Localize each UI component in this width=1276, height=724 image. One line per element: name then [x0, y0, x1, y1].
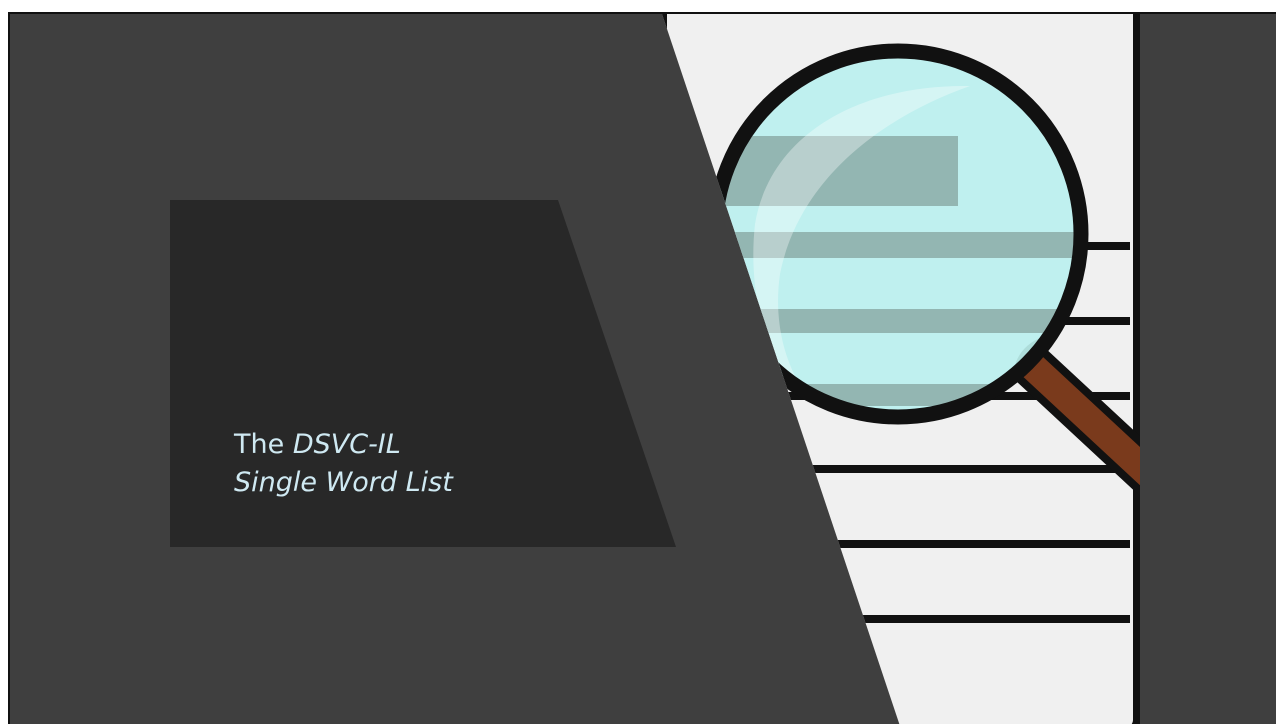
slide: The DSVC-IL Single Word List — [8, 12, 1276, 724]
title-prefix: The — [234, 429, 293, 460]
slide-title: The DSVC-IL Single Word List — [234, 426, 453, 502]
title-acronym: DSVC-IL — [292, 429, 401, 460]
slide-artwork — [170, 14, 1140, 724]
document-magnifier-icon — [662, 14, 1140, 724]
title-subtitle: Single Word List — [234, 467, 453, 498]
